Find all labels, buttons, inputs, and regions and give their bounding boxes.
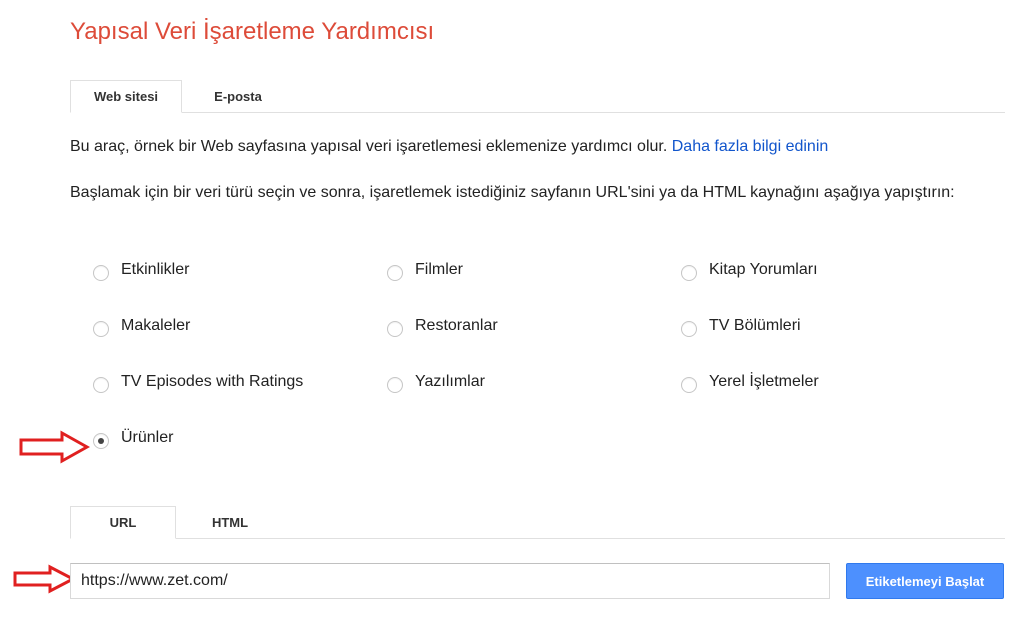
radio-button[interactable]: [681, 377, 697, 393]
tab-e-posta[interactable]: E-posta: [188, 80, 288, 112]
radio-label: Ürünler: [121, 429, 174, 446]
tab-web-sitesi[interactable]: Web sitesi: [70, 80, 182, 113]
radio-label: Makaleler: [121, 317, 191, 334]
description-text: Bu araç, örnek bir Web sayfasına yapısal…: [70, 138, 672, 155]
radio-button[interactable]: [387, 377, 403, 393]
tool-description: Bu araç, örnek bir Web sayfasına yapısal…: [70, 138, 828, 156]
radio-button[interactable]: [387, 321, 403, 337]
radio-option-tv-episodes-ratings[interactable]: TV Episodes with Ratings: [93, 371, 303, 393]
radio-button[interactable]: [681, 321, 697, 337]
top-tab-bar: Web sitesi E-posta: [70, 80, 1005, 113]
radio-label: Filmler: [415, 261, 463, 278]
radio-label: TV Episodes with Ratings: [121, 373, 304, 390]
url-input[interactable]: [70, 563, 830, 599]
radio-option-yazilimlar[interactable]: Yazılımlar: [387, 371, 485, 393]
tab-html[interactable]: HTML: [180, 506, 280, 538]
radio-label: Restoranlar: [415, 317, 498, 334]
tab-url[interactable]: URL: [70, 506, 176, 539]
instructions-text: Başlamak için bir veri türü seçin ve son…: [70, 184, 955, 201]
radio-option-kitap-yorumlari[interactable]: Kitap Yorumları: [681, 259, 818, 281]
radio-label: Etkinlikler: [121, 261, 190, 278]
radio-button[interactable]: [93, 321, 109, 337]
radio-button[interactable]: [387, 265, 403, 281]
page-title: Yapısal Veri İşaretleme Yardımcısı: [70, 18, 435, 45]
start-tagging-button[interactable]: Etiketlemeyi Başlat: [846, 563, 1004, 599]
radio-button[interactable]: [93, 377, 109, 393]
arrow-annotation-icon: [13, 564, 76, 594]
source-tab-bar: URL HTML: [70, 506, 1005, 539]
radio-button[interactable]: [93, 265, 109, 281]
radio-option-urunler[interactable]: Ürünler: [93, 427, 173, 449]
arrow-annotation-icon: [19, 430, 90, 464]
radio-option-tv-bolumleri[interactable]: TV Bölümleri: [681, 315, 801, 337]
radio-option-restoranlar[interactable]: Restoranlar: [387, 315, 498, 337]
radio-button[interactable]: [681, 265, 697, 281]
radio-option-makaleler[interactable]: Makaleler: [93, 315, 190, 337]
radio-label: Yerel İşletmeler: [709, 373, 819, 390]
radio-label: Kitap Yorumları: [709, 261, 818, 278]
radio-label: TV Bölümleri: [709, 317, 801, 334]
radio-option-etkinlikler[interactable]: Etkinlikler: [93, 259, 189, 281]
radio-option-yerel-isletmeler[interactable]: Yerel İşletmeler: [681, 371, 819, 393]
radio-option-filmler[interactable]: Filmler: [387, 259, 463, 281]
radio-button-selected[interactable]: [93, 433, 109, 449]
learn-more-link[interactable]: Daha fazla bilgi edinin: [672, 138, 829, 155]
radio-label: Yazılımlar: [415, 373, 485, 390]
